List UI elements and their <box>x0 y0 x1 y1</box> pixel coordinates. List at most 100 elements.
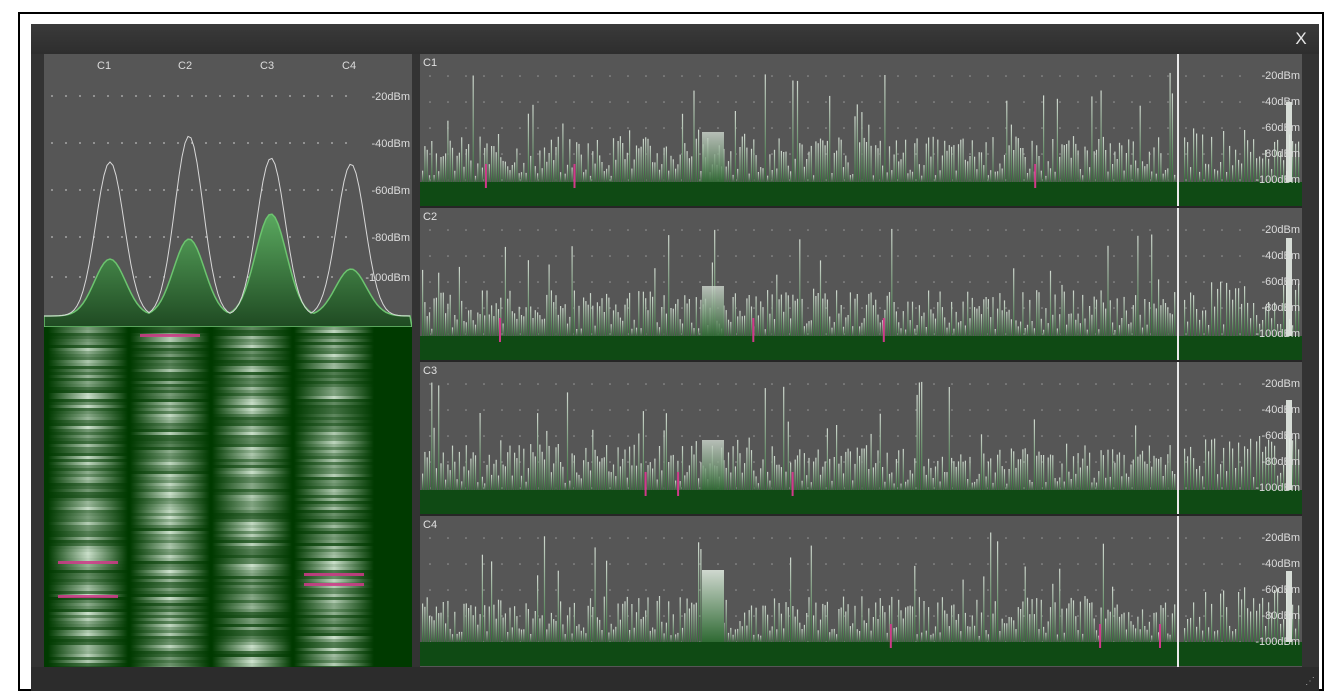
waterfall-band <box>130 546 210 549</box>
grid-dot <box>1239 101 1241 103</box>
grid-dot <box>501 563 503 565</box>
grid-dot <box>65 276 67 278</box>
grid-dot <box>573 537 575 539</box>
grid-dot <box>317 95 319 97</box>
spectrum-bar <box>537 413 539 490</box>
spectrum-bar <box>928 607 930 642</box>
waterfall-band <box>294 516 374 519</box>
waterfall-band <box>212 360 292 363</box>
grid-dot <box>303 95 305 97</box>
spectrum-bar <box>895 311 897 336</box>
spectrum-bar <box>937 460 939 490</box>
grid-dot <box>861 383 863 385</box>
meter-bar <box>1199 319 1201 336</box>
grid-dot <box>987 153 989 155</box>
spectrum-bar <box>937 139 939 182</box>
waterfall-band <box>48 516 128 519</box>
waterfall-band <box>48 564 128 567</box>
spectrum-bar <box>695 602 697 642</box>
grid-dot <box>429 563 431 565</box>
waterfall-band <box>294 624 374 627</box>
spectrum-bar <box>546 161 548 182</box>
spectrum-bar <box>895 627 897 642</box>
spectrum-bar <box>852 623 854 642</box>
spectrum-bar <box>1162 476 1164 490</box>
spectrum-bar <box>511 311 513 336</box>
spectrum-bar <box>1114 462 1116 490</box>
close-icon[interactable]: X <box>1289 27 1313 51</box>
grid-dot <box>465 127 467 129</box>
waterfall-band <box>294 342 374 345</box>
grid-dot <box>969 229 971 231</box>
spectrum-bar <box>925 327 927 336</box>
waterfall-band <box>294 396 374 399</box>
grid-dot <box>573 409 575 411</box>
spectrum-bar <box>741 316 743 336</box>
waterfall-band <box>48 336 128 339</box>
grid-dot <box>65 236 67 238</box>
spectrum-bar <box>831 327 833 336</box>
spectrum-bar <box>672 159 674 182</box>
waterfall-band <box>48 345 128 348</box>
resize-grip-icon[interactable]: ⋰ <box>1303 676 1315 688</box>
grid-dot <box>555 101 557 103</box>
spectrum-bar <box>1164 303 1167 336</box>
grid-dot <box>609 127 611 129</box>
waterfall-band <box>294 645 374 648</box>
spectrum-bar <box>741 472 743 490</box>
grid-dot <box>1203 153 1205 155</box>
spectrum-bar <box>442 156 444 182</box>
db-label: -40dBm <box>1261 558 1300 570</box>
waterfall-band <box>48 549 128 552</box>
grid-dot <box>807 255 809 257</box>
waterfall-band <box>48 606 128 609</box>
spectrum-bar <box>638 291 640 336</box>
grid-dot <box>969 563 971 565</box>
meter-bar <box>1253 477 1255 490</box>
grid-dot <box>735 101 737 103</box>
waterfall-band <box>48 462 128 465</box>
meter-bar <box>1205 310 1207 336</box>
waterfall-band <box>294 423 374 426</box>
waterfall-band <box>48 585 128 588</box>
grid-dot <box>501 615 503 617</box>
waterfall-band <box>212 504 292 507</box>
waterfall-band <box>212 483 292 486</box>
waterfall-band <box>294 531 374 534</box>
spectrum-bar <box>921 381 923 490</box>
grid-dot <box>609 383 611 385</box>
grid-dot <box>735 229 737 231</box>
spectrum-bar <box>1174 292 1176 336</box>
grid-dot <box>897 127 899 129</box>
title-bar[interactable]: X <box>31 24 1319 54</box>
grid-dot <box>861 255 863 257</box>
waterfall-band <box>212 366 292 369</box>
grid-dot <box>645 281 647 283</box>
spectrum-bar <box>790 462 792 490</box>
spectrum-bar <box>622 143 624 182</box>
grid-dot <box>1023 101 1025 103</box>
spectrum-bar <box>842 326 845 336</box>
grid-dot <box>519 435 521 437</box>
spectrum-bar <box>1001 618 1003 642</box>
waterfall-band <box>294 609 374 612</box>
spectrum-bar <box>472 75 474 182</box>
grid-dot <box>519 153 521 155</box>
spectrum-bar <box>907 301 909 336</box>
grid-dot <box>1167 127 1169 129</box>
spectrum-bar <box>484 605 486 642</box>
spectrum-bar <box>969 626 971 642</box>
spectrum-bar <box>815 602 817 642</box>
spectrum-bar <box>1079 467 1081 490</box>
spectrum-bar <box>642 138 644 182</box>
spectrum-bar <box>792 294 794 336</box>
spectrum-bar <box>939 170 941 182</box>
spectrum-bar <box>1102 455 1104 490</box>
waterfall-band <box>212 456 292 459</box>
grid-dot <box>645 409 647 411</box>
spectrum-bar <box>872 617 874 642</box>
spectrum-bar <box>753 139 755 182</box>
waterfall-band <box>48 372 128 375</box>
waterfall-band <box>212 468 292 471</box>
spectrum-bar <box>817 293 819 336</box>
